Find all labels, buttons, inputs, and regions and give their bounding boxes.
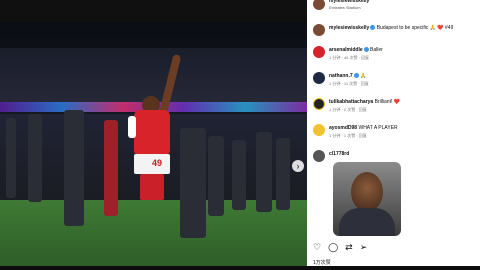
comments-panel: mylesiewisskelly Emirates Stadium mylesi…: [307, 0, 480, 270]
bottom-edge: [0, 266, 480, 270]
shirt-number: 49: [152, 158, 163, 168]
verified-icon: [353, 73, 359, 79]
comment-meta[interactable]: 1 分钟 · 2 次赞 · 回复: [329, 107, 367, 113]
comment-text: cl1778rd: [329, 151, 475, 157]
commenter-avatar[interactable]: [313, 46, 325, 58]
post-media[interactable]: 49 ›: [0, 22, 307, 270]
heart-icon[interactable]: ♡: [313, 242, 321, 253]
comment-meta[interactable]: 1 分钟 · 49 次赞 · 回复: [329, 55, 369, 61]
featured-player: 49: [128, 53, 182, 202]
comment-username[interactable]: cl1778rd: [329, 151, 349, 157]
player-shirt: [134, 110, 170, 154]
background-person: [104, 120, 118, 216]
comment-text: tulikabhattacharya Brilliant! ❤️: [329, 99, 475, 105]
comment-body: 🙏: [360, 73, 367, 79]
comment-text: nathann.7 🙏: [329, 73, 475, 79]
author-avatar[interactable]: [313, 24, 325, 36]
player-socks: [140, 174, 164, 200]
background-person: [64, 110, 84, 226]
comment-icon[interactable]: ◯: [328, 242, 338, 253]
comment-body: Brilliant! ❤️: [374, 99, 400, 105]
chevron-right-icon: ›: [296, 161, 300, 171]
player-sleeve: [128, 116, 136, 138]
comment-username[interactable]: arsenalmiddle: [329, 47, 363, 53]
background-person: [256, 132, 272, 212]
background-person: [232, 140, 246, 210]
comment-text: arsenalmiddle Baller: [329, 47, 475, 53]
share-icon[interactable]: ⇄: [345, 242, 353, 253]
background-person: [6, 118, 16, 198]
send-icon[interactable]: ➢: [360, 242, 368, 253]
commenter-avatar[interactable]: [313, 98, 325, 110]
author-avatar[interactable]: [313, 0, 325, 10]
comment-username[interactable]: tulikabhattacharya: [329, 99, 373, 105]
comment-username[interactable]: ayosmdD98: [329, 125, 357, 131]
action-bar: ♡ ◯ ⇄ ➢: [313, 242, 367, 253]
comment-username[interactable]: nathann.7: [329, 73, 353, 79]
background-person: [180, 128, 206, 238]
background-person: [276, 138, 290, 210]
author-username[interactable]: mylesiewisskelly: [329, 0, 369, 4]
comment-meta[interactable]: 1 分钟 · 11 次赞 · 回复: [329, 81, 369, 87]
comment-meta[interactable]: 1 分钟 · 1 次赞 · 回复: [329, 133, 367, 139]
post-location[interactable]: Emirates Stadium: [329, 5, 361, 10]
commenter-avatar[interactable]: [313, 150, 325, 162]
caption-text: mylesiewisskelly Budapest to be specific…: [329, 25, 475, 31]
verified-icon: [363, 47, 369, 53]
comment-text: ayosmdD98 WHAT A PLAYER: [329, 125, 475, 131]
like-count[interactable]: 1万次赞: [313, 259, 331, 266]
gif-face: [351, 172, 383, 212]
next-slide-button[interactable]: ›: [292, 160, 304, 172]
post-header: mylesiewisskelly Emirates Stadium: [307, 0, 480, 14]
commenter-avatar[interactable]: [313, 124, 325, 136]
comment-body: Baller: [370, 47, 383, 53]
commenter-avatar[interactable]: [313, 72, 325, 84]
caption-body: Budapest to be specific 🙏 ❤️ #49: [376, 25, 454, 31]
viewer-frame: 49 › mylesiewisskelly Emirates Stadium m…: [0, 0, 480, 270]
comment-body: WHAT A PLAYER: [358, 125, 398, 131]
background-person: [208, 136, 224, 216]
background-person: [28, 114, 42, 202]
caption-username[interactable]: mylesiewisskelly: [329, 25, 369, 31]
gif-body: [339, 208, 395, 236]
comment-gif[interactable]: [333, 162, 401, 236]
verified-icon: [370, 25, 376, 31]
